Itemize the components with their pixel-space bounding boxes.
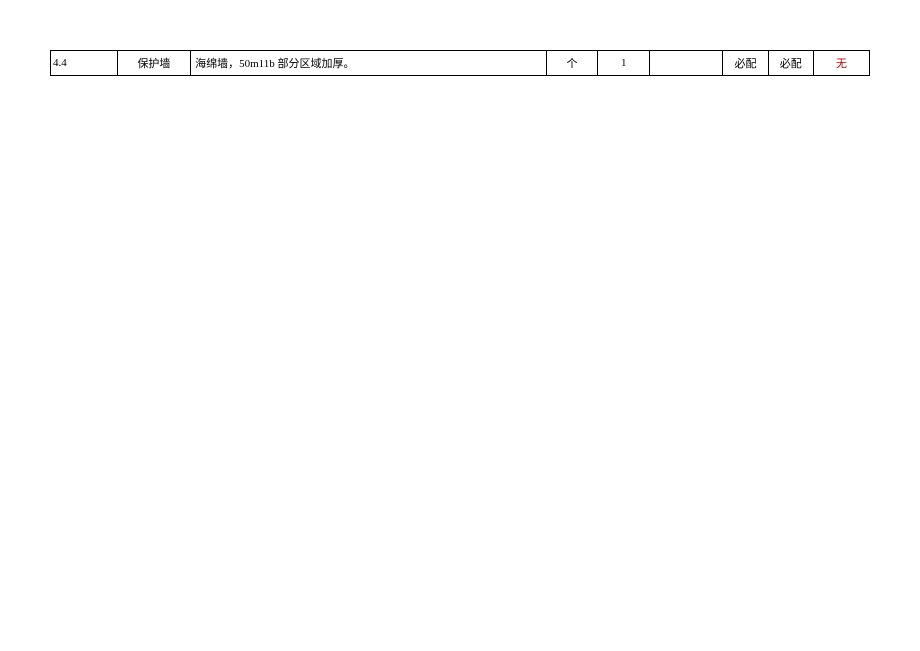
cell-description: 海绵墙，50m11b 部分区域加厚。 — [191, 51, 547, 76]
cell-unit: 个 — [546, 51, 598, 76]
cell-quantity: 1 — [598, 51, 650, 76]
cell-required-2: 必配 — [768, 51, 813, 76]
cell-blank — [650, 51, 723, 76]
cell-id: 4.4 — [51, 51, 118, 76]
cell-required-1: 必配 — [723, 51, 768, 76]
table-row: 4.4 保护墙 海绵墙，50m11b 部分区域加厚。 个 1 必配 必配 无 — [51, 51, 870, 76]
cell-name: 保护墙 — [117, 51, 190, 76]
cell-note: 无 — [813, 51, 869, 76]
spec-table: 4.4 保护墙 海绵墙，50m11b 部分区域加厚。 个 1 必配 必配 无 — [50, 50, 870, 76]
